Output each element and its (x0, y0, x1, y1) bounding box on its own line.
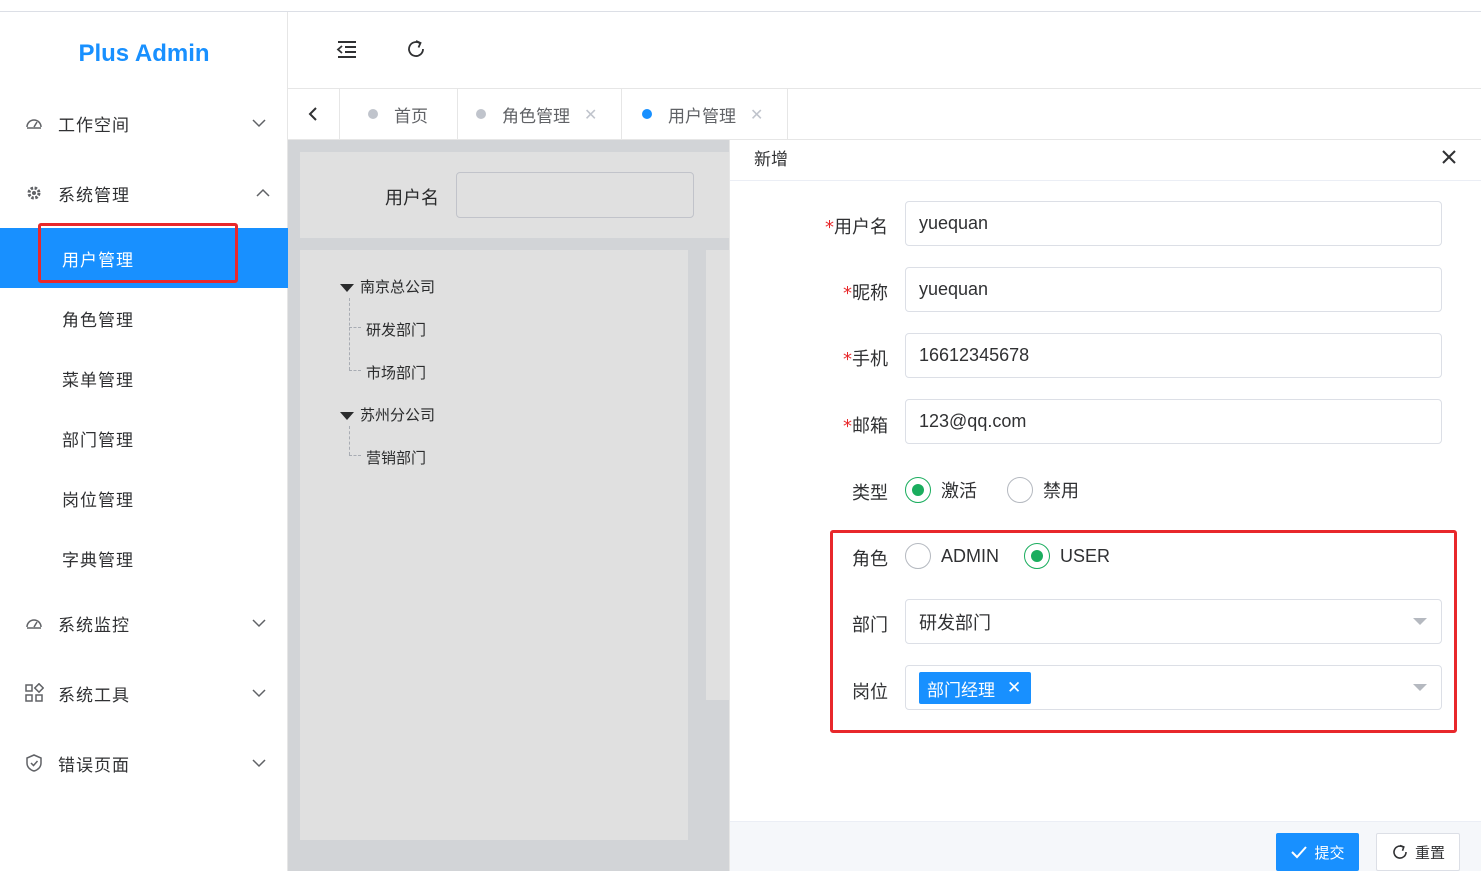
sidebar-item-system[interactable]: 系统管理 (0, 163, 288, 223)
sidebar: Plus Admin 工作空间 系统管理 用户管理 角色管理 菜单管理 部门管理… (0, 12, 288, 871)
refresh-icon (1393, 844, 1407, 859)
field-label-text: 用户名 (834, 217, 888, 238)
tab-role-management[interactable]: 角色管理 ✕ (458, 89, 622, 139)
browser-bookmark-bar (0, 0, 1481, 12)
menu-fold-icon[interactable] (336, 38, 358, 60)
email-label: *邮箱 (730, 412, 888, 438)
required-mark: * (843, 349, 852, 370)
sidebar-subitem-label: 角色管理 (62, 310, 134, 331)
nickname-label: *昵称 (730, 279, 888, 305)
chevron-left-icon (308, 107, 317, 121)
close-icon[interactable] (1438, 146, 1460, 168)
chevron-down-icon (250, 614, 268, 632)
refresh-icon[interactable] (405, 38, 427, 60)
tab-status-dot (368, 109, 378, 119)
field-label-text: 手机 (852, 349, 888, 370)
tab-status-dot (476, 109, 486, 119)
shield-icon (24, 753, 44, 773)
top-header (288, 12, 1481, 88)
check-icon (1291, 846, 1308, 859)
phone-input[interactable]: 16612345678 (905, 333, 1442, 378)
radio-label: 禁用 (1043, 481, 1079, 501)
sidebar-subitem-dept-management[interactable]: 部门管理 (0, 408, 288, 468)
radio-label: 激活 (941, 481, 977, 501)
sidebar-subitem-role-management[interactable]: 角色管理 (0, 288, 288, 348)
chevron-down-icon (250, 684, 268, 702)
type-label: 类型 (852, 483, 888, 504)
modal-mask[interactable] (288, 140, 730, 871)
sidebar-subitem-dict-management[interactable]: 字典管理 (0, 528, 288, 588)
sidebar-subitem-label: 菜单管理 (62, 370, 134, 391)
sidebar-item-monitor[interactable]: 系统监控 (0, 593, 288, 653)
drawer-divider (730, 180, 1481, 181)
tab-label: 首页 (394, 106, 428, 127)
close-icon[interactable]: ✕ (750, 105, 763, 124)
tab-user-management[interactable]: 用户管理 ✕ (622, 89, 788, 139)
annotation-highlight-box (38, 223, 238, 283)
field-label-text: 邮箱 (852, 416, 888, 437)
chevron-down-icon (250, 114, 268, 132)
tab-label: 角色管理 (502, 106, 570, 127)
chevron-down-icon (250, 754, 268, 772)
sidebar-item-workspace[interactable]: 工作空间 (0, 93, 288, 153)
nickname-input[interactable]: yuequan (905, 267, 1442, 312)
sidebar-subitem-label: 岗位管理 (62, 490, 134, 511)
dashboard-icon (24, 113, 44, 133)
sidebar-item-label: 系统监控 (58, 615, 130, 636)
tab-label: 用户管理 (668, 106, 736, 127)
reset-button[interactable]: 重置 (1376, 833, 1460, 871)
sidebar-item-label: 系统管理 (58, 185, 130, 206)
tab-home[interactable]: 首页 (340, 89, 458, 139)
sidebar-item-tools[interactable]: 系统工具 (0, 663, 288, 723)
annotation-highlight-box (830, 530, 1457, 733)
tab-status-dot (642, 109, 652, 119)
submit-button[interactable]: 提交 (1276, 833, 1359, 871)
radio-checked-indicator (905, 477, 931, 503)
submit-button-label: 提交 (1314, 843, 1345, 862)
sidebar-item-error-pages[interactable]: 错误页面 (0, 733, 288, 793)
close-icon[interactable]: ✕ (584, 105, 597, 124)
add-user-drawer: 新增 *用户名 yuequan *昵称 yuequan *手机 16612345… (729, 140, 1481, 871)
sidebar-item-label: 系统工具 (58, 685, 130, 706)
sidebar-subitem-label: 字典管理 (62, 550, 134, 571)
sidebar-subitem-menu-management[interactable]: 菜单管理 (0, 348, 288, 408)
sidebar-subitem-post-management[interactable]: 岗位管理 (0, 468, 288, 528)
tabs-scroll-left[interactable] (288, 89, 340, 139)
chevron-up-icon (254, 184, 272, 202)
phone-label: *手机 (730, 345, 888, 371)
required-mark: * (843, 283, 852, 304)
sidebar-item-label: 错误页面 (58, 755, 130, 776)
drawer-title: 新增 (754, 150, 788, 170)
tabs-bar: 首页 角色管理 ✕ 用户管理 ✕ (288, 88, 1481, 140)
reset-button-label: 重置 (1414, 843, 1445, 862)
gear-icon (24, 183, 44, 203)
field-label-text: 昵称 (852, 283, 888, 304)
sidebar-item-label: 工作空间 (58, 115, 130, 136)
drawer-footer (730, 821, 1481, 871)
app-logo: Plus Admin (78, 40, 210, 67)
required-mark: * (825, 217, 834, 238)
type-radio-active[interactable]: 激活 (905, 477, 977, 503)
radio-unchecked-indicator (1007, 477, 1033, 503)
dashboard-icon (24, 613, 44, 633)
username-input[interactable]: yuequan (905, 201, 1442, 246)
sidebar-subitem-label: 部门管理 (62, 430, 134, 451)
required-mark: * (843, 416, 852, 437)
email-input[interactable]: 123@qq.com (905, 399, 1442, 444)
type-radio-disabled[interactable]: 禁用 (1007, 477, 1079, 503)
grid-icon (24, 683, 44, 703)
username-label: *用户名 (730, 213, 888, 239)
